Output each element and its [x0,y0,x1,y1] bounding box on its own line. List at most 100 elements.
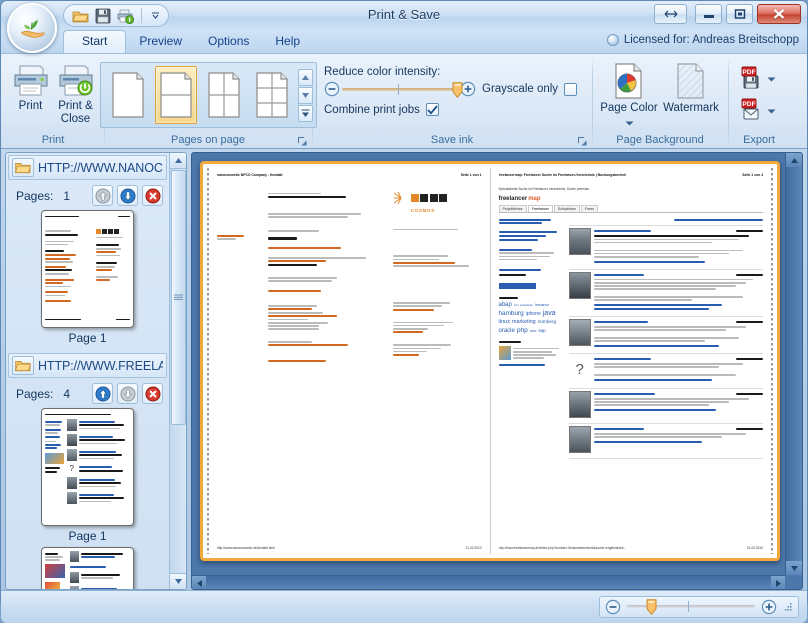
page-thumbnail[interactable]: ? [41,408,134,526]
tag-sap[interactable]: sap [538,328,545,333]
tag-crm[interactable]: crm entwickler [514,303,533,307]
scroll-up-icon[interactable] [297,68,313,86]
close-button[interactable] [757,4,801,24]
fm-tab-schipboerse[interactable]: Schipbörse [553,205,580,212]
page-group-header[interactable]: HTTP://WWW.NANOCOSI [8,155,167,180]
zoom-slider-track[interactable] [627,598,755,616]
scroll-right-icon[interactable] [771,576,785,589]
pages-option-2[interactable] [154,66,197,124]
tag-php[interactable]: php [517,327,528,334]
preview-horizontal-scrollbar[interactable] [192,575,785,589]
tag-marketing[interactable]: marketing [512,319,536,325]
gallery-more-icon[interactable] [297,104,313,122]
delete-icon[interactable] [142,383,163,404]
page-thumbnail[interactable] [41,210,134,328]
page-group-header[interactable]: HTTP://WWW.FREELANC [8,353,167,378]
zoom-out-button[interactable] [605,599,621,615]
scroll-down-icon[interactable] [297,86,313,104]
tag-java[interactable]: java [543,310,556,317]
pages-option-6[interactable] [251,66,293,124]
zoom-in-button[interactable] [761,599,777,615]
tab-help[interactable]: Help [262,31,313,53]
app-logo-button[interactable] [7,3,57,53]
chevron-down-icon[interactable] [767,71,776,85]
minimize-button[interactable] [695,4,722,24]
tag-linux[interactable]: linux [499,319,511,325]
printer-refresh-icon[interactable] [116,7,135,25]
tag-oracle[interactable]: oracle [499,328,515,334]
sidebar-scrollbar[interactable] [169,153,186,589]
avatar [568,272,591,300]
chevron-down-icon[interactable] [149,7,162,25]
dialog-launcher-icon[interactable] [297,136,308,147]
combine-jobs-checkbox[interactable] [425,103,439,116]
right-page-footer-url: http://www.freelancermap.de/index.php?mo… [498,546,627,550]
fm-tab-projektboerse[interactable]: Projektbörse [498,205,527,212]
ribbon-group-export: PDF PDF Export [729,56,789,148]
page-color-button[interactable]: Page Color [598,59,660,132]
intensity-slider-track[interactable] [342,81,463,99]
freelancer-result-row[interactable] [568,272,763,311]
freelancer-result-row[interactable] [568,391,763,419]
print-close-label-line1: Print & [58,100,93,112]
chevron-down-icon[interactable] [767,103,776,117]
page-thumbnail[interactable] [41,547,134,589]
ribbon: Print Print & Close Print Pages on page … [1,53,807,149]
preview-sheet[interactable]: nanocosmetic NPCO Company - Kontakt Seit… [200,161,780,561]
tag-nuernberg[interactable]: nürnberg [538,319,556,324]
freelancer-result-row[interactable] [568,228,763,264]
pages-option-4[interactable] [203,66,245,124]
pages-option-1[interactable] [107,66,149,124]
tab-options[interactable]: Options [195,31,262,53]
page-group-toolbar: Pages: 1 [8,180,167,210]
delete-icon[interactable] [142,185,163,206]
thumbnail-item: Page 1 [8,210,167,349]
move-up-icon[interactable] [92,383,113,404]
scroll-down-icon[interactable] [786,561,802,575]
move-up-icon[interactable] [92,185,113,206]
save-disk-icon[interactable] [94,7,112,25]
tag-seo[interactable]: seo [530,328,536,333]
freelancer-result-row[interactable] [568,319,763,348]
move-down-icon[interactable] [117,185,138,206]
tab-start[interactable]: Start [63,30,127,53]
tag-iphone[interactable]: iphone [526,311,541,317]
tab-preview[interactable]: Preview [126,31,195,53]
maximize-button[interactable] [726,4,753,24]
combine-jobs-label: Combine print jobs [324,103,420,116]
print-and-close-button[interactable]: Print & Close [53,59,98,129]
right-page-header: freelancermap: Freelancer Suche im Freel… [498,173,627,177]
freelancer-result-row[interactable] [568,426,763,454]
scroll-up-icon[interactable] [170,153,186,169]
resize-grip-icon[interactable] [783,601,793,613]
minus-circle-icon[interactable] [324,81,340,97]
checkmark-icon [427,104,438,115]
preview-vertical-scrollbar[interactable] [785,153,802,575]
scroll-down-icon[interactable] [170,573,186,589]
folder-open-icon[interactable] [12,158,34,177]
tag-abap[interactable]: abap [499,302,512,308]
group-label-save-ink: Save ink [313,133,591,148]
print-button[interactable]: Print [8,59,53,116]
save-as-pdf-button[interactable]: PDF [737,64,779,92]
folder-open-icon[interactable] [12,356,34,375]
resize-arrows-icon[interactable] [654,4,687,24]
fm-tab-foren[interactable]: Foren [580,205,599,212]
scroll-left-icon[interactable] [192,576,206,589]
chevron-down-icon[interactable] [625,115,634,129]
fm-tab-freelancer[interactable]: Freelancer [527,205,553,212]
grayscale-checkbox[interactable] [564,82,578,96]
email-as-pdf-button[interactable]: PDF [737,96,779,124]
freelancer-result-row[interactable]: ? [569,356,763,383]
watermark-button[interactable]: Watermark [660,59,722,118]
scroll-up-icon[interactable] [786,153,802,167]
dialog-launcher-icon[interactable] [577,136,588,147]
zoom-slider-thumb[interactable] [646,599,657,616]
move-down-icon[interactable] [117,383,138,404]
sidebar-scrollbar-thumb[interactable] [171,170,186,425]
tag-hamburg[interactable]: hamburg [499,310,524,317]
intensity-slider-thumb[interactable] [452,82,463,99]
intensity-slider[interactable] [324,81,476,99]
open-folder-icon[interactable] [72,7,90,25]
tag-freelance[interactable]: freelance [535,303,549,307]
